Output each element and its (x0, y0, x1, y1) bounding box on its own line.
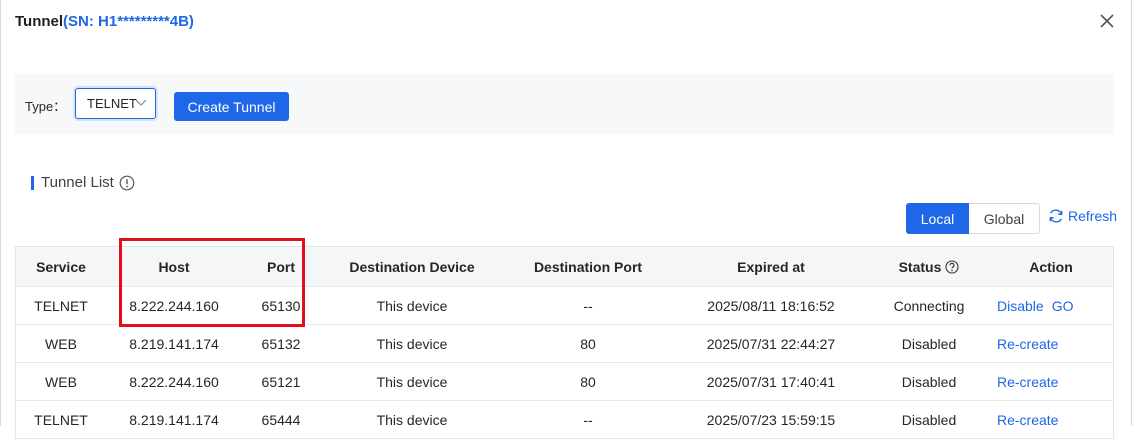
chevron-down-icon (135, 99, 147, 106)
cell-action: Re-create (997, 401, 1127, 438)
table-row: WEB 8.219.141.174 65132 This device 80 2… (16, 325, 1113, 363)
header-action: Action (1029, 258, 1073, 275)
table-row: TELNET 8.219.141.174 65444 This device -… (16, 401, 1113, 439)
cell-host: 8.219.141.174 (129, 411, 219, 428)
table-row: WEB 8.222.244.160 65121 This device 80 2… (16, 363, 1113, 401)
cell-service: TELNET (34, 411, 88, 428)
table-header-row: Service Host Port Destination Device Des… (16, 247, 1113, 287)
disable-link[interactable]: Disable (997, 298, 1044, 314)
cell-destination-port: -- (583, 297, 593, 314)
cell-host: 8.222.244.160 (129, 373, 219, 390)
type-select[interactable]: TELNET (75, 88, 156, 119)
scope-toggle: Local Global (906, 203, 1040, 234)
create-tunnel-button[interactable]: Create Tunnel (174, 92, 289, 121)
cell-destination-port: -- (583, 411, 593, 428)
table-row: TELNET 8.222.244.160 65130 This device -… (16, 287, 1113, 325)
cell-port: 65121 (261, 373, 301, 390)
tunnel-table: Service Host Port Destination Device Des… (15, 246, 1114, 439)
recreate-link[interactable]: Re-create (997, 374, 1058, 390)
cell-expired-at: 2025/07/31 22:44:27 (706, 335, 836, 352)
info-icon[interactable] (119, 175, 135, 191)
tunnel-list-title: Tunnel List (41, 174, 114, 191)
recreate-link[interactable]: Re-create (997, 412, 1058, 428)
close-icon[interactable] (1098, 12, 1116, 30)
help-icon[interactable] (945, 259, 959, 274)
header-destination-device: Destination Device (349, 258, 475, 275)
cell-status: Disabled (901, 335, 957, 352)
cell-destination-device: This device (376, 373, 448, 390)
cell-status: Connecting (893, 297, 965, 314)
cell-service: TELNET (34, 297, 88, 314)
header-status: Status (874, 247, 984, 286)
tunnel-list-heading: Tunnel List (31, 174, 135, 191)
cell-status: Disabled (901, 373, 957, 390)
cell-port: 65130 (261, 297, 301, 314)
cell-port: 65444 (261, 411, 301, 428)
cell-destination-port: 80 (580, 373, 596, 390)
type-label: Type： (25, 99, 67, 114)
serial-number: (SN: H1*********4B) (63, 13, 194, 30)
cell-service: WEB (45, 373, 77, 390)
header-host: Host (158, 258, 190, 275)
dialog-title: Tunnel(SN: H1*********4B) (15, 13, 194, 30)
scope-global-button[interactable]: Global (969, 203, 1040, 234)
tunnel-toolbar: Type： TELNET Create Tunnel (15, 74, 1114, 134)
cell-destination-device: This device (376, 335, 448, 352)
scope-local-button[interactable]: Local (906, 203, 969, 234)
cell-destination-device: This device (376, 297, 448, 314)
cell-action: Disable GO (997, 287, 1127, 324)
cell-expired-at: 2025/08/11 18:16:52 (707, 297, 835, 314)
cell-status: Disabled (901, 411, 957, 428)
cell-port: 65132 (261, 335, 301, 352)
header-expired-at: Expired at (737, 258, 805, 275)
refresh-icon (1049, 209, 1063, 223)
header-port: Port (267, 258, 295, 275)
refresh-label: Refresh (1068, 208, 1118, 224)
cell-service: WEB (45, 335, 77, 352)
cell-action: Re-create (997, 363, 1127, 400)
go-link[interactable]: GO (1052, 298, 1074, 314)
header-destination-port: Destination Port (533, 258, 643, 275)
cell-expired-at: 2025/07/31 17:40:41 (706, 373, 836, 390)
cell-destination-port: 80 (580, 335, 596, 352)
header-status-label: Status (898, 258, 942, 275)
cell-action: Re-create (997, 325, 1127, 362)
cell-host: 8.219.141.174 (129, 335, 219, 352)
cell-host: 8.222.244.160 (129, 297, 219, 314)
type-select-value: TELNET (87, 96, 137, 111)
refresh-button[interactable]: Refresh (1048, 208, 1117, 224)
dialog-title-text: Tunnel (15, 13, 64, 30)
cell-expired-at: 2025/07/23 15:59:15 (706, 411, 836, 428)
heading-accent-bar (31, 175, 34, 190)
header-service: Service (36, 258, 86, 275)
recreate-link[interactable]: Re-create (997, 336, 1058, 352)
cell-destination-device: This device (376, 411, 448, 428)
